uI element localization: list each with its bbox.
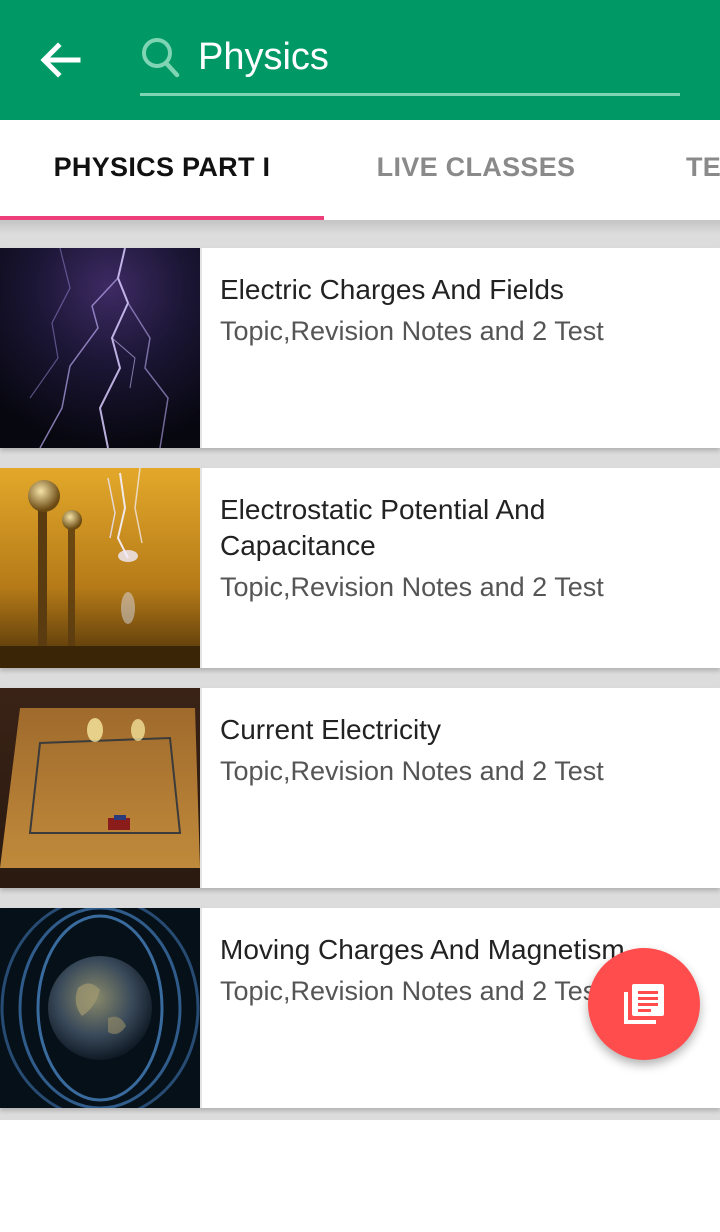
list-bottom-space (0, 1120, 720, 1232)
chapter-subtitle: Topic,Revision Notes and 2 Test (220, 976, 604, 1006)
tab-truncated[interactable]: TE (686, 120, 720, 220)
search-input[interactable] (198, 34, 668, 80)
notes-fab-button[interactable] (588, 948, 700, 1060)
earth-magnetic-field-image (0, 908, 200, 1108)
tab-live-classes[interactable]: LIVE CLASSES (324, 120, 628, 220)
tab-physics-part-i[interactable]: PHYSICS PART I (0, 120, 324, 220)
chapter-title: Current Electricity (220, 714, 441, 745)
chapter-subtitle: Topic,Revision Notes and 2 Test (220, 316, 604, 346)
app-bar (0, 0, 720, 120)
chapter-title: Electrostatic Potential And Capacitance (220, 494, 546, 561)
van-de-graaff-image (0, 468, 200, 668)
chapter-subtitle: Topic,Revision Notes and 2 Test (220, 572, 604, 602)
thumbnail-divider (200, 908, 202, 1108)
library-books-icon (624, 984, 664, 1024)
thumbnail-divider (200, 688, 202, 888)
tab-bar: PHYSICS PART I LIVE CLASSES TE (0, 120, 720, 220)
chapter-subtitle: Topic,Revision Notes and 2 Test (220, 756, 604, 786)
arrow-back-icon (40, 42, 81, 78)
chapter-card-electric-charges[interactable]: Electric Charges And Fields Topic,Revisi… (0, 248, 720, 448)
chapter-title: Electric Charges And Fields (220, 274, 564, 305)
chapter-card-electrostatic-potential[interactable]: Electrostatic Potential And Capacitance … (0, 468, 720, 668)
chapter-card-current-electricity[interactable]: Current Electricity Topic,Revision Notes… (0, 688, 720, 888)
circuit-board-image (0, 688, 200, 888)
search-bar (140, 28, 680, 96)
search-icon (142, 38, 180, 78)
lightning-image (0, 248, 200, 448)
thumbnail-divider (200, 468, 202, 668)
tab-bar-shadow (0, 220, 720, 234)
back-button[interactable] (30, 30, 90, 90)
thumbnail-divider (200, 248, 202, 448)
